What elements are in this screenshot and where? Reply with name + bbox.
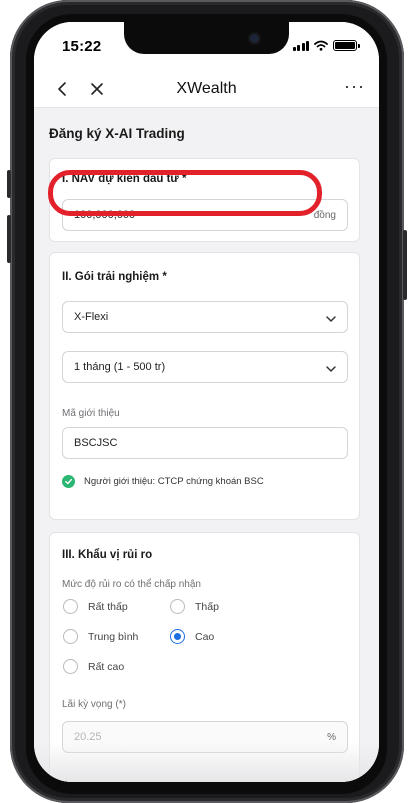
radio-label: Rất thấp	[88, 600, 128, 613]
referral-code-value: BSCJSC	[74, 437, 118, 449]
referrer-text: Người giới thiệu: CTCP chứng khoán BSC	[84, 476, 264, 487]
notch	[124, 22, 289, 54]
referral-code-label: Mã giới thiệu	[62, 408, 120, 419]
expected-return-label: Lãi kỳ vọng (*)	[62, 699, 126, 710]
radio-button[interactable]	[170, 599, 185, 614]
radio-button-selected[interactable]	[170, 629, 185, 644]
nav-section-title: I. NAV dự kiến đầu tư *	[62, 173, 187, 185]
referrer-info: Người giới thiệu: CTCP chứng khoán BSC	[62, 475, 264, 488]
side-button-left	[7, 170, 11, 198]
radio-label: Rất cao	[88, 660, 125, 673]
currency-unit: đồng	[313, 210, 336, 221]
radio-button[interactable]	[63, 659, 78, 674]
phone-screen: 15:22 XWealth ··· Đăng ký X-AI Trading I…	[34, 22, 379, 782]
radio-label: Trung bình	[88, 630, 139, 643]
radio-label: Thấp	[195, 600, 219, 613]
radio-low[interactable]: Thấp	[170, 599, 219, 614]
page-title: Đăng ký X-AI Trading	[49, 126, 185, 141]
status-time: 15:22	[62, 38, 102, 55]
check-icon	[62, 475, 75, 488]
status-icons	[292, 40, 360, 51]
radio-button[interactable]	[63, 599, 78, 614]
package-select-value: X-Flexi	[74, 311, 109, 323]
package-select[interactable]: X-Flexi	[62, 301, 348, 333]
nav-amount-value: 100,000,000	[74, 209, 136, 221]
chevron-down-icon	[326, 366, 336, 372]
chevron-down-icon	[326, 316, 336, 322]
form-content: Đăng ký X-AI Trading I. NAV dự kiến đầu …	[34, 108, 379, 782]
camera-icon	[250, 34, 259, 43]
package-section-title: II. Gói trải nghiệm *	[62, 271, 167, 283]
risk-section-title: III. Khẩu vị rủi ro	[62, 549, 153, 561]
radio-very-low[interactable]: Rất thấp	[63, 599, 128, 614]
package-section-card: II. Gói trải nghiệm * X-Flexi 1 tháng (1…	[49, 252, 360, 520]
nav-bar: XWealth ···	[34, 70, 379, 108]
nav-title: XWealth	[176, 80, 237, 97]
signal-icon	[292, 40, 309, 51]
battery-icon	[333, 40, 360, 51]
side-button-right	[403, 230, 407, 300]
wifi-icon	[314, 40, 328, 51]
radio-high[interactable]: Cao	[170, 629, 214, 644]
nav-amount-input[interactable]: 100,000,000 đồng	[62, 199, 348, 231]
radio-medium[interactable]: Trung bình	[63, 629, 138, 644]
referral-code-input[interactable]: BSCJSC	[62, 427, 348, 459]
side-button-left	[7, 215, 11, 263]
radio-label: Cao	[195, 630, 215, 643]
duration-select-value: 1 tháng (1 - 500 tr)	[74, 361, 166, 373]
more-icon[interactable]: ···	[344, 76, 365, 97]
radio-button[interactable]	[63, 629, 78, 644]
radio-very-high[interactable]: Rất cao	[63, 659, 124, 674]
duration-select[interactable]: 1 tháng (1 - 500 tr)	[62, 351, 348, 383]
status-bar: 15:22	[34, 22, 379, 70]
scroll-fade	[34, 742, 379, 782]
nav-section-card: I. NAV dự kiến đầu tư * 100,000,000 đồng	[49, 158, 360, 242]
risk-level-label: Mức độ rủi ro có thể chấp nhận	[62, 579, 201, 590]
